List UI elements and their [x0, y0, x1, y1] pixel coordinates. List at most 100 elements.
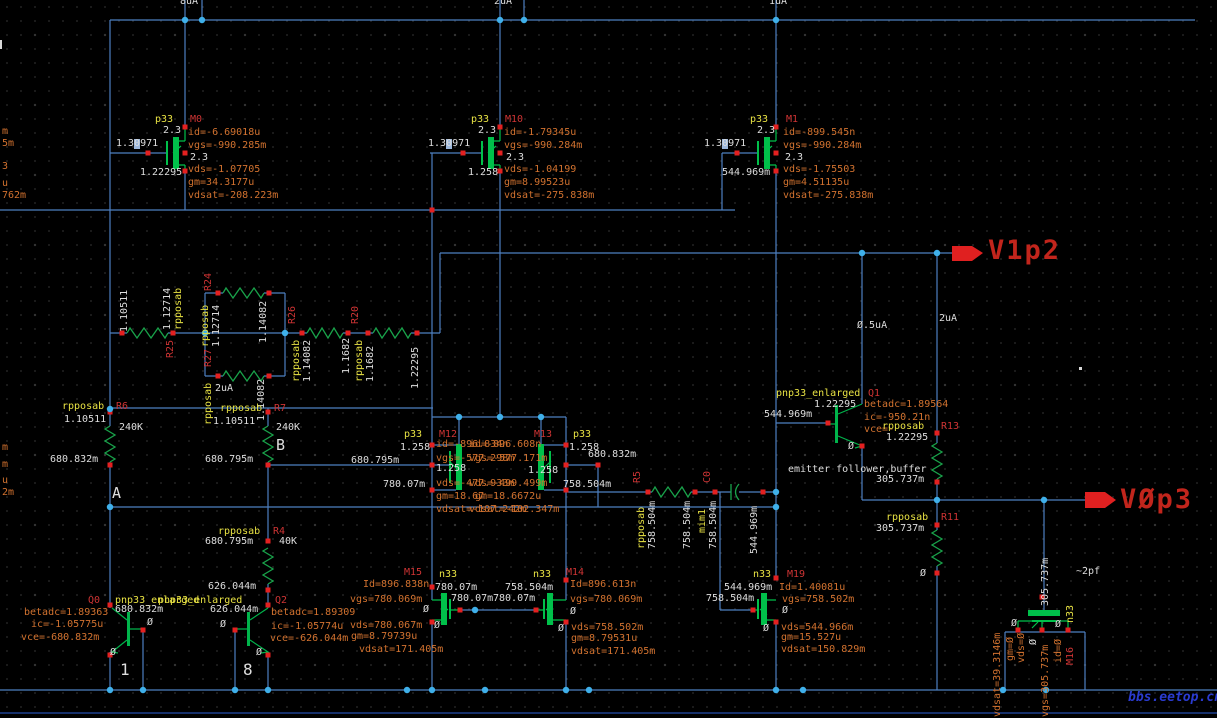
schematic-label: vds=780.067m	[350, 620, 423, 631]
schematic-label: Q1	[868, 388, 881, 399]
schematic-label: n33	[753, 569, 772, 580]
schematic-label: vgs=-990.284m	[504, 140, 583, 151]
schematic-label: id=-1.79345u	[504, 127, 577, 138]
schematic-label: R24	[203, 272, 214, 291]
pin-label-v1p2[interactable]: V1p2	[988, 237, 1061, 264]
schematic-label: id=Ø	[1053, 638, 1064, 663]
pin-label-v0p3[interactable]: VØp3	[1120, 486, 1193, 513]
schematic-label: 758.504m	[563, 479, 612, 490]
schematic-label: 305.737m	[876, 474, 925, 485]
schematic-label: 240K	[276, 422, 301, 433]
schematic-label: m	[2, 442, 9, 453]
schematic-label: vdsat=171.405m	[571, 646, 656, 657]
schematic-label: pnp33_enlarged	[776, 388, 861, 399]
schematic-label: R20	[350, 305, 361, 324]
schematic-label: rpposab	[173, 287, 184, 330]
schematic-label: vgs=-990.284m	[783, 140, 862, 151]
schematic-label: vds=-1.07705	[188, 164, 261, 175]
schematic-label: 3	[2, 161, 9, 172]
schematic-label: 240K	[119, 422, 144, 433]
schematic-label: M14	[566, 567, 585, 578]
schematic-label: u	[2, 475, 9, 486]
schematic-label: 544.969m	[724, 582, 773, 593]
schematic-label: rpposab	[636, 506, 647, 549]
schematic-label: R25	[165, 339, 176, 358]
schematic-label: vds=-1.75503	[783, 164, 856, 175]
schematic-label: 1.14082	[302, 339, 313, 382]
schematic-label: B	[276, 436, 286, 454]
schematic-label: rpposab	[886, 512, 929, 523]
schematic-label: R26	[287, 305, 298, 324]
schematic-label: Ø	[220, 619, 227, 630]
schematic-label: n33	[1065, 604, 1076, 623]
schematic-label: C0	[702, 470, 713, 483]
schematic-label: vdsat=150.829m	[781, 644, 866, 655]
schematic-label: vds=-499.499m	[469, 478, 548, 489]
schematic-canvas[interactable]: 8uA 2uA 1uA m 5m 3 u 762m m m u 2m p33 M0 2.3 id=-6.690…	[0, 0, 1217, 718]
schematic-label: 780.07m	[451, 593, 494, 604]
schematic-label: rpposab	[200, 304, 211, 347]
schematic-label: 2m	[2, 487, 15, 498]
schematic-label: p33	[750, 114, 769, 125]
schematic-label: M16	[1065, 646, 1076, 665]
schematic-label: gm=18.6672u	[475, 491, 542, 502]
schematic-label: R6	[116, 401, 129, 412]
schematic-label: 1	[120, 660, 130, 679]
schematic-label: R27	[203, 348, 214, 367]
schematic-label: p33	[573, 429, 592, 440]
schematic-label: Ø	[1028, 638, 1039, 645]
schematic-label: 1.258	[436, 463, 467, 474]
schematic-label: Ø	[256, 647, 263, 658]
schematic-label: gm=8.99523u	[504, 177, 571, 188]
schematic-label: 5m	[2, 138, 15, 149]
schematic-label: vgs=-990.285m	[188, 140, 267, 151]
schematic-label: p33	[155, 114, 174, 125]
schematic-label: 680.832m	[50, 454, 99, 465]
schematic-label: 8uA	[180, 0, 199, 7]
schematic-label: Ø	[1011, 618, 1018, 629]
schematic-label: Ø	[763, 623, 770, 634]
schematic-label: id=-899.545n	[783, 127, 856, 138]
schematic-label: Ø	[1055, 619, 1062, 630]
schematic-label: 762m	[2, 190, 27, 201]
schematic-label: Ø	[558, 623, 565, 634]
schematic-label: 1.30971	[428, 138, 471, 149]
schematic-label: vdsat=-102.347m	[469, 504, 560, 515]
schematic-label: p33	[471, 114, 490, 125]
schematic-label: 8	[243, 660, 253, 679]
schematic-label: 1.258	[468, 167, 499, 178]
schematic-label: 1.30971	[704, 138, 747, 149]
schematic-label: mim1	[697, 508, 708, 533]
schematic-label: id=-896.608n	[469, 439, 542, 450]
schematic-label: rpposab	[354, 339, 365, 382]
schematic-label: vgs=780.069m	[570, 594, 643, 605]
schematic-label: M15	[404, 567, 423, 578]
schematic-label: 1.10511	[64, 414, 107, 425]
schematic-label: 544.969m	[764, 409, 813, 420]
schematic-label: Q0	[88, 595, 101, 606]
schematic-label: 1.30971	[116, 138, 159, 149]
schematic-label: Ø	[848, 441, 855, 452]
schematic-label: gm=15.527u	[781, 632, 842, 643]
schematic-label: 40K	[279, 536, 298, 547]
schematic-label: Id=896.838n	[363, 579, 430, 590]
schematic-label: vds=-1.04199	[504, 164, 577, 175]
schematic-label: 2uA	[494, 0, 513, 7]
schematic-label: 780.07m	[493, 593, 536, 604]
schematic-label: vce=-626.044m	[270, 633, 349, 644]
schematic-label: 1uA	[769, 0, 788, 7]
schematic-label: 780.07m	[435, 582, 478, 593]
schematic-label: Ø	[434, 620, 441, 631]
schematic-label: 305.737m	[876, 523, 925, 534]
schematic-label: gm=34.3177u	[188, 177, 255, 188]
schematic-label: m	[2, 459, 9, 470]
schematic-label: gm=4.51135u	[783, 177, 850, 188]
schematic-label: vds=758.502m	[571, 622, 644, 633]
schematic-label: M10	[505, 114, 524, 125]
schematic-label: vgs=-577.171m	[469, 453, 548, 464]
schematic-label: vdsat=39.3146m	[992, 632, 1003, 717]
schematic-label: Ø	[570, 606, 577, 617]
schematic-label: u	[2, 178, 9, 189]
schematic-label: rpposab	[220, 403, 263, 414]
schematic-label: A	[112, 484, 122, 502]
